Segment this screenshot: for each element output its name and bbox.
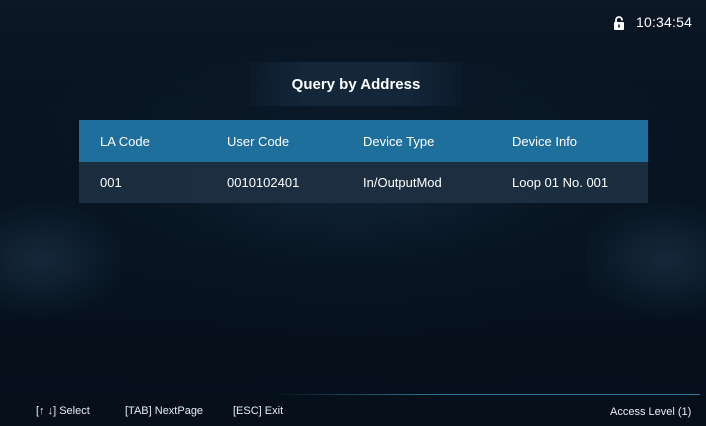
hint-next-page: [TAB] NextPage bbox=[125, 405, 204, 417]
title-box: Query by Address bbox=[250, 62, 462, 106]
background-glow-right bbox=[586, 200, 706, 350]
hint-exit: [ESC] Exit bbox=[233, 405, 284, 417]
column-header-device-type: Device Type bbox=[363, 133, 435, 149]
cell-device-info: Loop 01 No. 001 bbox=[512, 175, 609, 190]
cell-device-type: In/OutputMod bbox=[363, 175, 442, 190]
status-bar: 10:34:54 bbox=[0, 0, 706, 40]
table-row[interactable]: 001 0010102401 In/OutputMod Loop 01 No. … bbox=[79, 162, 648, 203]
footer-bar: [↑ ↓] Select [TAB] NextPage [ESC] Exit A… bbox=[0, 395, 706, 426]
query-screen: 10:34:54 Query by Address LA Code User C… bbox=[0, 0, 706, 426]
background-glow-left bbox=[0, 200, 120, 350]
device-table: LA Code User Code Device Type Device Inf… bbox=[79, 120, 648, 203]
page-title: Query by Address bbox=[291, 75, 421, 93]
clock: 10:34:54 bbox=[636, 14, 693, 30]
column-header-device-info: Device Info bbox=[512, 133, 578, 149]
lock-open-icon bbox=[614, 16, 624, 30]
hint-select: [↑ ↓] Select bbox=[36, 405, 90, 417]
cell-la-code: 001 bbox=[100, 175, 122, 190]
column-header-la-code: LA Code bbox=[100, 133, 150, 149]
access-level: Access Level (1) bbox=[610, 406, 692, 418]
column-header-user-code: User Code bbox=[227, 133, 290, 149]
cell-user-code: 0010102401 bbox=[227, 175, 300, 190]
table-header: LA Code User Code Device Type Device Inf… bbox=[79, 120, 648, 162]
